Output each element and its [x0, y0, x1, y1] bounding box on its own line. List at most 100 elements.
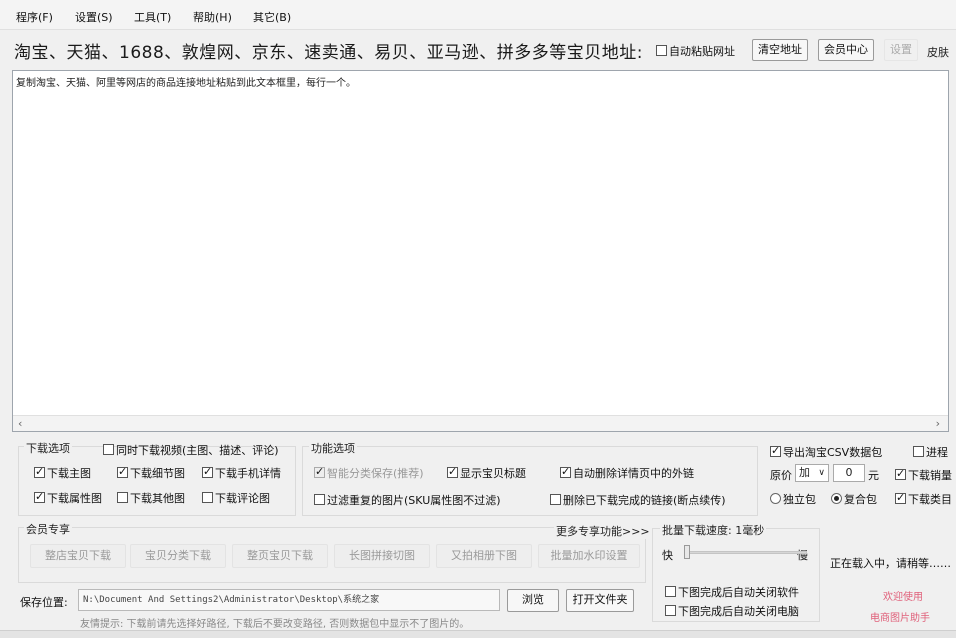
- whole-store-download-button[interactable]: 整店宝贝下载: [30, 544, 126, 568]
- clear-address-button[interactable]: 清空地址: [752, 39, 808, 61]
- attr-image-checkbox[interactable]: 下载属性图: [34, 490, 102, 506]
- checkbox-icon: [895, 467, 906, 480]
- scroll-right-icon[interactable]: ›: [936, 417, 940, 430]
- save-path-input[interactable]: N:\Document And Settings2\Administrator\…: [78, 589, 500, 611]
- smart-save-checkbox[interactable]: 智能分类保存(推荐): [314, 465, 424, 481]
- standalone-label: 独立包: [783, 493, 816, 506]
- attr-image-label: 下载属性图: [47, 492, 102, 505]
- speed-slider-handle[interactable]: [684, 545, 690, 559]
- process-checkbox[interactable]: 进程: [913, 444, 948, 460]
- horizontal-scrollbar[interactable]: ‹ ›: [13, 415, 948, 431]
- feature-options-title: 功能选项: [309, 440, 357, 456]
- combined-radio[interactable]: 复合包: [831, 491, 877, 507]
- checkbox-icon: [202, 465, 213, 478]
- checkbox-icon: [447, 465, 458, 478]
- close-app-checkbox[interactable]: 下图完成后自动关闭软件: [665, 584, 799, 600]
- export-csv-label: 导出淘宝CSV数据包: [783, 446, 883, 459]
- other-image-label: 下载其他图: [130, 492, 185, 505]
- price-value-input[interactable]: 0: [833, 464, 865, 482]
- price-label: 原价: [770, 469, 792, 482]
- combined-label: 复合包: [844, 493, 877, 506]
- menu-help[interactable]: 帮助(H): [193, 9, 232, 25]
- review-image-checkbox[interactable]: 下载评论图: [202, 490, 270, 506]
- save-location-label: 保存位置:: [20, 596, 68, 609]
- speed-slider-track[interactable]: [687, 551, 807, 554]
- shutdown-label: 下图完成后自动关闭电脑: [678, 605, 799, 618]
- auto-paste-checkbox[interactable]: 自动粘贴网址: [656, 43, 735, 59]
- other-image-checkbox[interactable]: 下载其他图: [117, 490, 185, 506]
- open-folder-button[interactable]: 打开文件夹: [566, 589, 634, 612]
- detail-image-checkbox[interactable]: 下载细节图: [117, 465, 185, 481]
- download-sales-label: 下载销量: [908, 469, 952, 482]
- member-center-button[interactable]: 会员中心: [818, 39, 874, 61]
- category-download-button[interactable]: 宝贝分类下载: [130, 544, 226, 568]
- checkbox-icon: [314, 494, 325, 505]
- batch-watermark-button[interactable]: 批量加水印设置: [538, 544, 640, 568]
- speed-title: 批量下载速度: 1毫秒: [660, 522, 767, 538]
- filter-dup-label: 过滤重复的图片(SKU属性图不过滤): [327, 494, 501, 507]
- member-title: 会员专享: [24, 521, 72, 537]
- checkbox-icon: [770, 444, 781, 457]
- app-name-text: 电商图片助手: [870, 613, 930, 624]
- checkbox-icon: [895, 491, 906, 504]
- review-image-label: 下载评论图: [215, 492, 270, 505]
- more-features-link[interactable]: 更多专享功能>>>: [554, 523, 652, 539]
- mobile-detail-label: 下载手机详情: [215, 467, 281, 480]
- show-title-label: 显示宝贝标题: [460, 467, 526, 480]
- bottom-status-bar: [0, 630, 956, 638]
- filter-dup-checkbox[interactable]: 过滤重复的图片(SKU属性图不过滤): [314, 492, 501, 508]
- url-textarea[interactable]: 复制淘宝、天猫、阿里等网店的商品连接地址粘贴到此文本框里，每行一个。 ‹ ›: [12, 70, 949, 432]
- checkbox-icon: [34, 490, 45, 503]
- sites-label: 淘宝、天猫、1688、敦煌网、京东、速卖通、易贝、亚马逊、拼多多等宝贝地址:: [14, 43, 643, 63]
- process-label: 进程: [926, 446, 948, 459]
- radio-icon: [831, 493, 842, 504]
- menu-bar: 程序(F) 设置(S) 工具(T) 帮助(H) 其它(B): [0, 0, 956, 30]
- settings-button[interactable]: 设置: [884, 39, 918, 61]
- speed-slow-label: 慢: [797, 549, 808, 562]
- menu-program[interactable]: 程序(F): [16, 9, 53, 25]
- smart-save-label: 智能分类保存(推荐): [327, 467, 424, 480]
- checkbox-icon: [665, 586, 676, 597]
- youpai-album-button[interactable]: 又拍相册下图: [436, 544, 532, 568]
- main-image-label: 下载主图: [47, 467, 91, 480]
- download-category-checkbox[interactable]: 下载类目: [895, 491, 952, 507]
- download-category-label: 下载类目: [908, 493, 952, 506]
- price-op-select[interactable]: 加 ∨: [795, 464, 829, 482]
- speed-fast-label: 快: [662, 549, 673, 562]
- menu-settings[interactable]: 设置(S): [75, 9, 113, 25]
- whole-page-download-button[interactable]: 整页宝贝下载: [232, 544, 328, 568]
- loading-status: 正在载入中，请稍等……: [830, 557, 951, 570]
- radio-icon: [770, 493, 781, 504]
- price-unit: 元: [868, 469, 879, 482]
- checkbox-icon: [656, 45, 667, 56]
- detail-image-label: 下载细节图: [130, 467, 185, 480]
- download-sales-checkbox[interactable]: 下载销量: [895, 467, 952, 483]
- checkbox-icon: [913, 446, 924, 457]
- checkbox-icon: [665, 605, 676, 616]
- skin-button[interactable]: 皮肤: [927, 44, 949, 60]
- main-image-checkbox[interactable]: 下载主图: [34, 465, 91, 481]
- video-checkbox[interactable]: 同时下载视频(主图、描述、评论): [103, 442, 279, 458]
- friendly-tip: 友情提示: 下载前请先选择好路径, 下载后不要改变路径, 否则数据包中显示不了图…: [80, 619, 470, 630]
- menu-tools[interactable]: 工具(T): [134, 9, 171, 25]
- auto-remove-links-label: 自动删除详情页中的外链: [573, 467, 694, 480]
- download-options-title: 下载选项: [24, 440, 72, 456]
- url-hint: 复制淘宝、天猫、阿里等网店的商品连接地址粘贴到此文本框里，每行一个。: [16, 78, 356, 89]
- checkbox-icon: [560, 465, 571, 478]
- close-app-label: 下图完成后自动关闭软件: [678, 586, 799, 599]
- delete-done-checkbox[interactable]: 删除已下载完成的链接(断点续传): [550, 492, 726, 508]
- checkbox-icon: [117, 492, 128, 503]
- scroll-left-icon[interactable]: ‹: [18, 417, 22, 430]
- shutdown-checkbox[interactable]: 下图完成后自动关闭电脑: [665, 603, 799, 619]
- standalone-radio[interactable]: 独立包: [770, 491, 816, 507]
- show-title-checkbox[interactable]: 显示宝贝标题: [447, 465, 526, 481]
- mobile-detail-checkbox[interactable]: 下载手机详情: [202, 465, 281, 481]
- long-image-cut-button[interactable]: 长图拼接切图: [334, 544, 430, 568]
- checkbox-icon: [314, 465, 325, 478]
- export-csv-checkbox[interactable]: 导出淘宝CSV数据包: [770, 444, 882, 460]
- checkbox-icon: [103, 444, 114, 455]
- browse-button[interactable]: 浏览: [507, 589, 559, 612]
- auto-remove-links-checkbox[interactable]: 自动删除详情页中的外链: [560, 465, 694, 481]
- welcome-text: 欢迎使用: [883, 592, 923, 603]
- menu-other[interactable]: 其它(B): [253, 9, 291, 25]
